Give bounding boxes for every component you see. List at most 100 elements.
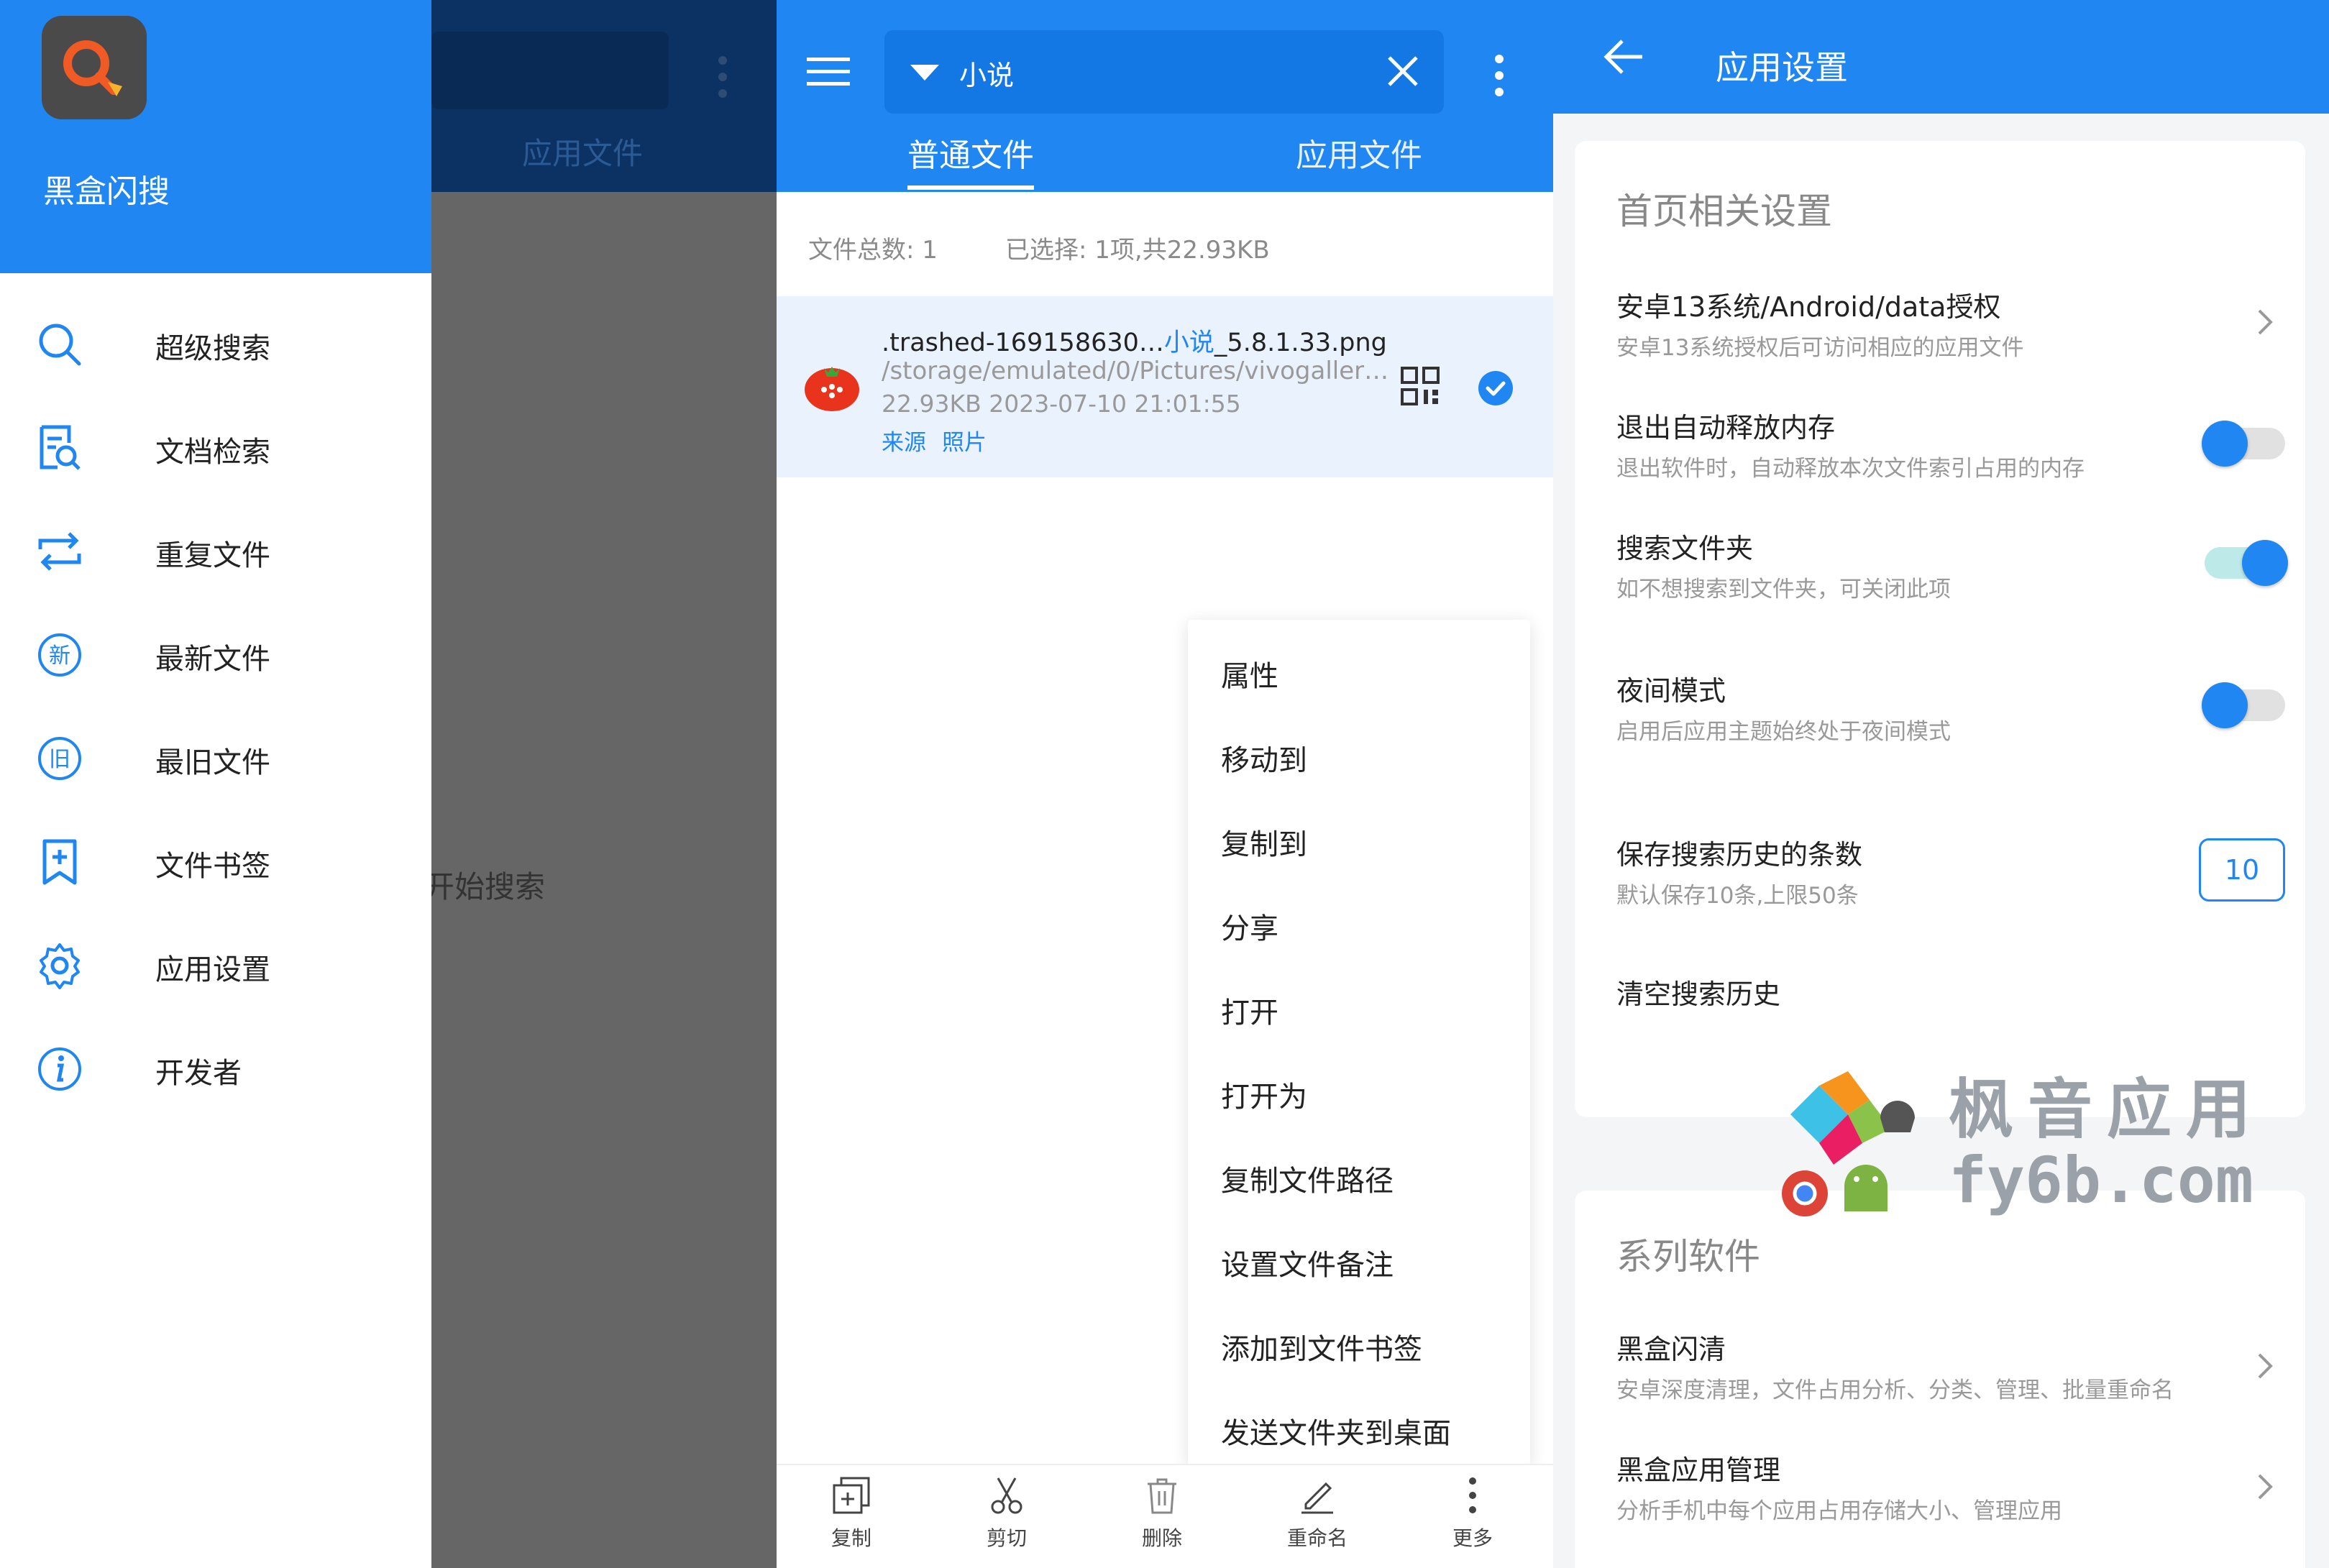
nav-item-label: 重复文件 [155,539,270,572]
nav-item-super-search[interactable]: 超级搜索 [0,301,431,387]
old-badge-icon: 旧 [36,735,83,782]
nav-item-developer[interactable]: 开发者 [0,1025,431,1111]
setting-history-count-desc: 默认保存10条,上限50条 [1616,883,1859,909]
more-button[interactable]: 更多 [1422,1475,1523,1551]
nav-item-label: 最新文件 [155,643,270,676]
dimmed-search-box [431,32,669,109]
tab-app-files[interactable]: 应用文件 [1230,129,1488,175]
series-app-manager-desc: 分析手机中每个应用占用存储大小、管理应用 [1616,1498,2062,1524]
nav-item-label: 应用设置 [155,953,270,986]
new-badge-icon: 新 [36,631,83,679]
nav-item-label: 最旧文件 [155,746,270,779]
search-query: 小说 [959,60,1015,91]
clear-history-button[interactable]: 清空搜索历史 [1616,972,1780,1012]
file-tags: 来源 照片 [882,424,1002,457]
navigation-drawer: 黑盒闪搜 超级搜索 文档检索 重复文件 新 最新文件 旧 最旧文件 文件书签 应 [0,0,431,1568]
dimmed-tab-app-files: 应用文件 [521,136,643,171]
night-mode-toggle[interactable] [2202,679,2288,732]
tab-indicator [907,185,1034,190]
nav-item-newest-files[interactable]: 新 最新文件 [0,611,431,697]
tag-photo[interactable]: 照片 [942,430,987,456]
dimmed-more-icon [712,52,733,102]
menu-item-send-to-desktop[interactable]: 发送文件夹到桌面 [1221,1410,1451,1452]
setting-history-count-title: 保存搜索历史的条数 [1616,839,1863,871]
repeat-icon [36,528,83,575]
document-search-icon [36,424,83,472]
selected-check-icon[interactable] [1478,371,1513,405]
bookmark-add-icon [36,838,83,886]
setting-android-data-desc: 安卓13系统授权后可访问相应的应用文件 [1616,335,2024,361]
settings-app-bar: 应用设置 [1553,0,2329,114]
pencil-icon [1301,1482,1333,1514]
file-thumbnail-icon [802,355,861,414]
setting-android-data-title[interactable]: 安卓13系统/Android/data授权 [1616,285,2000,324]
menu-icon[interactable] [807,56,850,88]
page-title: 应用设置 [1716,48,1848,87]
nav-item-label: 开发者 [155,1057,242,1090]
chevron-right-icon[interactable] [2256,308,2274,336]
search-icon [36,321,83,368]
svg-text:新: 新 [49,643,70,669]
context-menu: 属性 移动到 复制到 分享 打开 打开为 复制文件路径 设置文件备注 添加到文件… [1188,620,1530,1467]
menu-item-open[interactable]: 打开 [1221,989,1278,1031]
menu-item-copy-to[interactable]: 复制到 [1221,821,1307,863]
app-title: 黑盒闪搜 [43,173,170,210]
history-count-input[interactable]: 10 [2199,838,2285,902]
watermark-text-cn: 枫音应用 [1949,1072,2265,1147]
qr-code-icon[interactable] [1401,367,1440,405]
file-list-item[interactable]: .trashed-169158630…小说_5.8.1.33.png /stor… [777,296,1553,477]
menu-item-move-to[interactable]: 移动到 [1221,737,1307,779]
search-input[interactable]: 小说 [884,30,1444,114]
series-app-manager-title[interactable]: 黑盒应用管理 [1616,1448,1780,1487]
delete-button[interactable]: 删除 [1112,1475,1212,1551]
file-name: .trashed-169158630…小说_5.8.1.33.png [882,329,1387,357]
file-meta: 22.93KB 2023-07-10 21:01:55 [882,390,1241,418]
app-bar: 小说 普通文件 应用文件 [777,0,1553,192]
tab-regular-files[interactable]: 普通文件 [841,129,1100,175]
settings-screen: 应用设置 首页相关设置 安卓13系统/Android/data授权 安卓13系统… [1553,0,2329,1568]
watermark-logo-icon [1782,1071,1915,1216]
menu-item-properties[interactable]: 属性 [1221,653,1278,694]
nav-item-duplicate-files[interactable]: 重复文件 [0,508,431,594]
series-apps-card: 系列软件 黑盒闪清 安卓深度清理，文件占用分析、分类、管理、批量重命名 黑盒应用… [1575,1191,2305,1568]
tag-source[interactable]: 来源 [882,430,926,456]
nav-item-doc-search[interactable]: 文档检索 [0,404,431,490]
drawer-header: 黑盒闪搜 [0,0,431,273]
search-folders-toggle[interactable] [2202,536,2288,590]
more-vertical-icon [1469,1477,1476,1513]
section-title: 系列软件 [1616,1236,1760,1278]
rename-button[interactable]: 重命名 [1267,1475,1368,1551]
filter-dropdown-icon[interactable] [910,65,939,82]
menu-item-share[interactable]: 分享 [1221,905,1278,947]
home-settings-card: 首页相关设置 安卓13系统/Android/data授权 安卓13系统授权后可访… [1575,141,2305,1117]
menu-item-set-note[interactable]: 设置文件备注 [1221,1242,1394,1283]
nav-item-oldest-files[interactable]: 旧 最旧文件 [0,715,431,801]
svg-text:旧: 旧 [49,747,70,772]
chevron-right-icon[interactable] [2256,1352,2274,1380]
chevron-right-icon[interactable] [2256,1472,2274,1501]
back-arrow-icon[interactable] [1603,39,1644,75]
search-screen: 小说 普通文件 应用文件 文件总数: 1 已选择: 1项,共22.93KB .t… [777,0,1553,1568]
nav-item-label: 文件书签 [155,850,270,883]
setting-search-folders-title: 搜索文件夹 [1616,533,1754,564]
setting-night-mode-desc: 启用后应用主题始终处于夜间模式 [1616,719,1951,745]
copy-icon [833,1477,870,1514]
menu-item-open-as[interactable]: 打开为 [1221,1073,1307,1115]
series-app-clean-title[interactable]: 黑盒闪清 [1616,1327,1726,1367]
copy-button[interactable]: 复制 [801,1475,902,1551]
more-vertical-icon[interactable] [1488,50,1510,101]
clear-icon[interactable] [1386,55,1419,88]
menu-item-copy-path[interactable]: 复制文件路径 [1221,1157,1394,1199]
nav-item-file-bookmarks[interactable]: 文件书签 [0,818,431,904]
bottom-action-bar: 复制 剪切 删除 重命名 更多 [777,1464,1553,1568]
setting-release-memory-desc: 退出软件时，自动释放本次文件索引占用的内存 [1616,456,2085,482]
release-memory-toggle[interactable] [2202,417,2288,470]
menu-item-add-bookmark[interactable]: 添加到文件书签 [1221,1326,1422,1367]
scissors-icon [991,1477,1022,1514]
nav-item-app-settings[interactable]: 应用设置 [0,922,431,1008]
nav-item-label: 超级搜索 [155,332,270,365]
cut-button[interactable]: 剪切 [956,1475,1057,1551]
setting-search-folders-desc: 如不想搜索到文件夹，可关闭此项 [1616,577,1951,602]
setting-release-memory-title: 退出自动释放内存 [1616,412,1836,444]
dimmed-start-search-text: 开始搜索 [424,869,546,904]
